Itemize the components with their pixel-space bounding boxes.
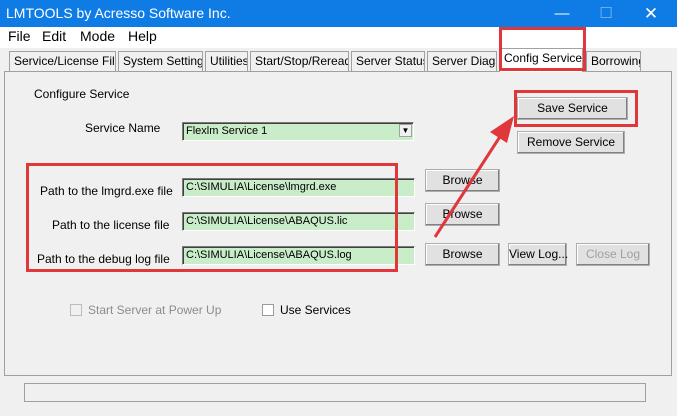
chevron-down-icon[interactable]: ▼ (399, 124, 412, 137)
tab-service-license-file[interactable]: Service/License File (9, 51, 116, 71)
window-title: LMTOOLS by Acresso Software Inc. (6, 5, 231, 21)
browse-debug-log-button[interactable]: Browse (425, 243, 500, 266)
service-name-value: Flexlm Service 1 (182, 122, 414, 141)
tab-config-services[interactable]: Config Services (499, 48, 583, 72)
lmgrd-path-label: Path to the lmgrd.exe file (40, 184, 173, 198)
maximize-icon: ☐ (599, 5, 613, 22)
menu-mode[interactable]: Mode (80, 28, 115, 44)
browse-license-button[interactable]: Browse (425, 203, 500, 226)
service-name-select[interactable]: Flexlm Service 1 ▼ (182, 122, 414, 141)
tab-borrowing[interactable]: Borrowing (586, 51, 641, 71)
save-service-button[interactable]: Save Service (517, 97, 628, 120)
close-icon[interactable]: ✕ (628, 0, 674, 27)
minimize-icon[interactable]: — (539, 0, 585, 27)
use-services-label: Use Services (280, 303, 351, 317)
debug-log-path-input[interactable]: C:\SIMULIA\License\ABAQUS.log (182, 246, 415, 265)
tab-server-diags[interactable]: Server Diags (427, 51, 497, 71)
menu-edit[interactable]: Edit (42, 28, 66, 44)
configure-service-label: Configure Service (34, 87, 130, 101)
menu-bar: File Edit Mode Help (0, 27, 677, 48)
start-server-checkbox (70, 304, 82, 316)
status-bar (24, 383, 646, 402)
remove-service-button[interactable]: Remove Service (517, 131, 625, 154)
close-log-button: Close Log (576, 243, 650, 266)
browse-lmgrd-button[interactable]: Browse (425, 169, 500, 192)
tab-utilities[interactable]: Utilities (205, 51, 248, 71)
menu-help[interactable]: Help (128, 28, 157, 44)
start-server-label: Start Server at Power Up (88, 303, 222, 317)
use-services-checkbox[interactable] (262, 304, 274, 316)
title-bar: LMTOOLS by Acresso Software Inc. — ☐ ✕ (0, 0, 677, 27)
service-name-label: Service Name (85, 121, 161, 135)
tab-strip: Service/License File System Settings Uti… (0, 48, 677, 72)
tab-start-stop-reread[interactable]: Start/Stop/Reread (250, 51, 349, 71)
tab-server-status[interactable]: Server Status (351, 51, 425, 71)
debug-log-path-label: Path to the debug log file (37, 252, 170, 266)
license-path-label: Path to the license file (52, 218, 170, 232)
view-log-button[interactable]: View Log... (508, 243, 568, 266)
menu-file[interactable]: File (8, 28, 31, 44)
lmgrd-path-input[interactable]: C:\SIMULIA\License\lmgrd.exe (182, 178, 415, 197)
tab-system-settings[interactable]: System Settings (118, 51, 203, 71)
license-path-input[interactable]: C:\SIMULIA\License\ABAQUS.lic (182, 212, 415, 231)
